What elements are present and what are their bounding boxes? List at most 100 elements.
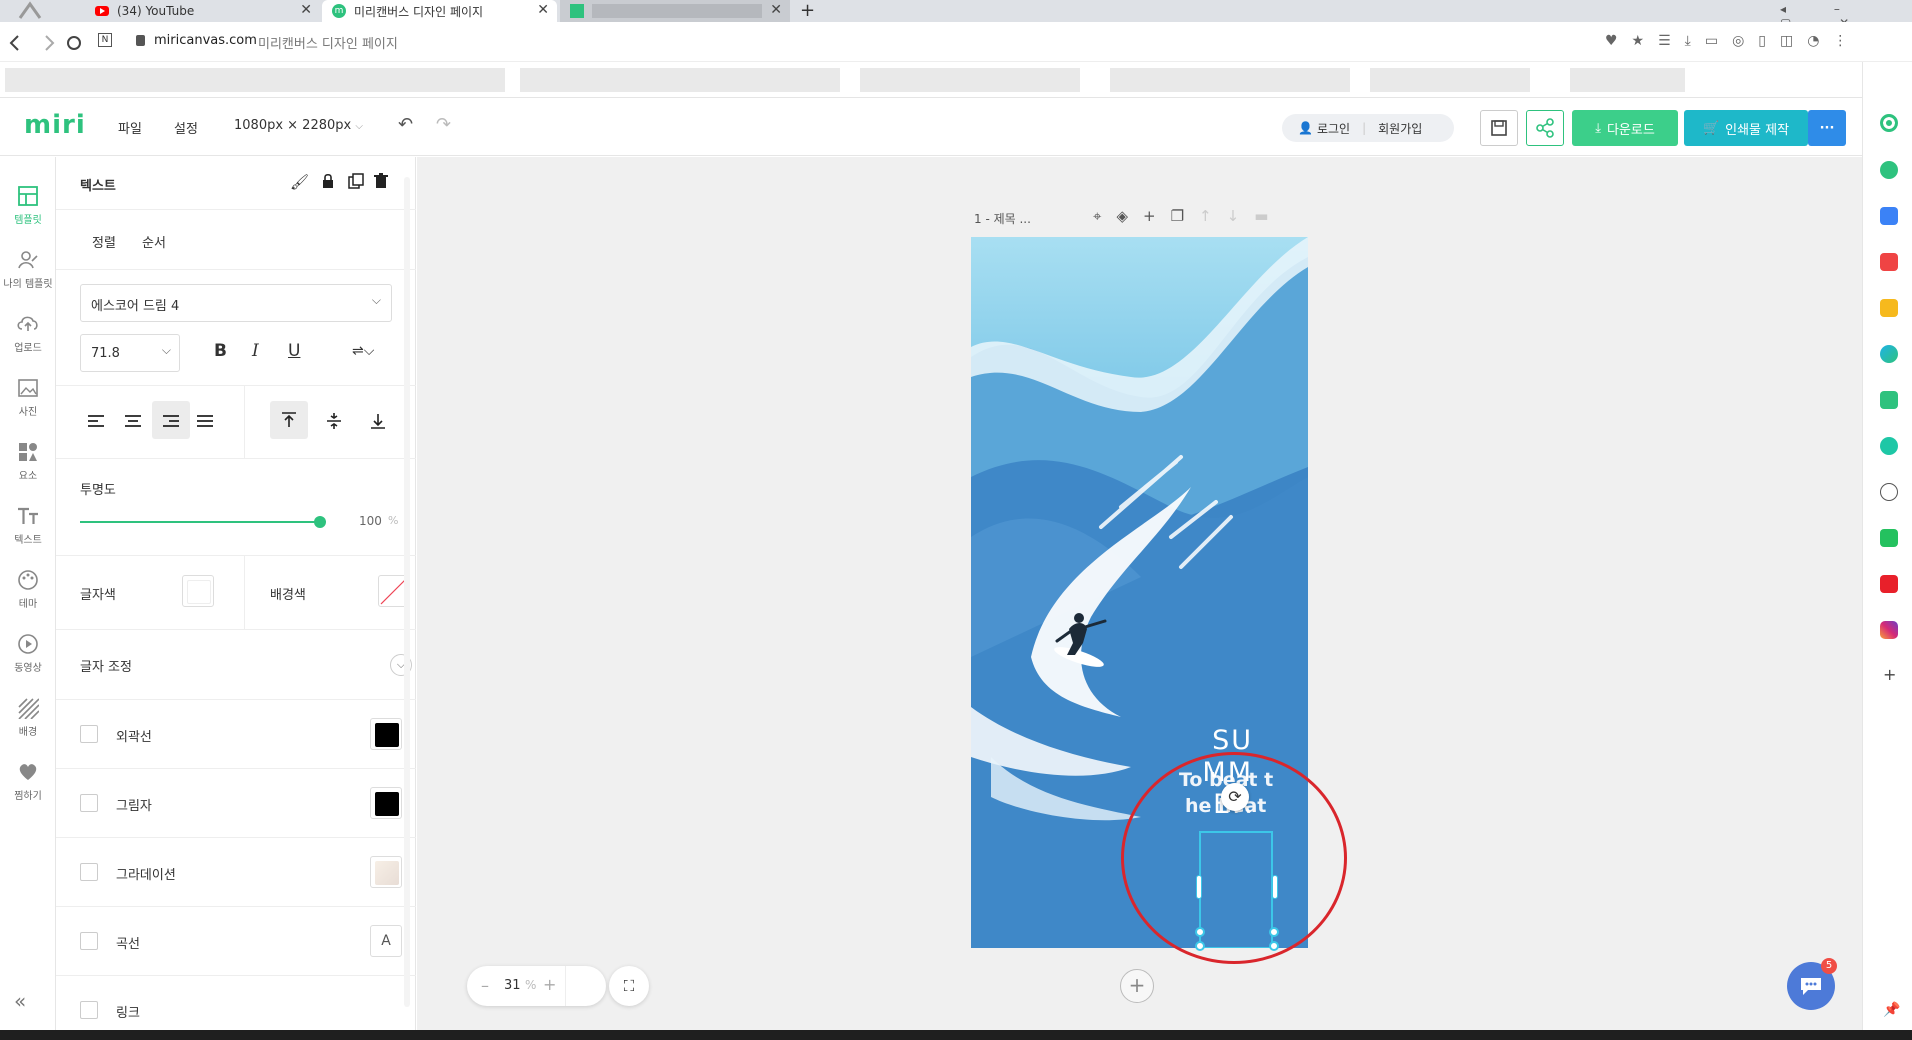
app-green-icon[interactable] — [1880, 391, 1898, 409]
add-page-button[interactable]: + — [1120, 969, 1154, 1003]
align-center-icon[interactable] — [124, 414, 142, 430]
tab-align[interactable]: 정렬 — [92, 232, 116, 251]
font-family-dropdown[interactable]: 에스코어 드림 4 ⌵ — [80, 284, 392, 322]
green-circle-icon[interactable] — [1880, 114, 1898, 132]
tab-youtube[interactable]: (34) YouTube ✕ — [85, 0, 320, 22]
tab-order[interactable]: 순서 — [142, 232, 166, 251]
pocket-icon[interactable] — [1880, 253, 1898, 271]
valign-top-button[interactable] — [270, 401, 308, 439]
print-button[interactable]: 🛒 인쇄물 제작 — [1684, 110, 1808, 146]
bookmark-item[interactable] — [1370, 68, 1530, 92]
bookmark-item[interactable] — [1110, 68, 1350, 92]
move-up-icon[interactable]: ↑ — [1199, 207, 1227, 225]
menu-settings[interactable]: 설정 — [174, 118, 198, 137]
lock-element-icon[interactable] — [322, 173, 334, 188]
outline-checkbox[interactable] — [80, 725, 98, 743]
tab-close-icon[interactable]: ✕ — [770, 2, 782, 18]
move-down-icon[interactable]: ↓ — [1227, 207, 1255, 225]
delete-page-icon[interactable]: ▬ — [1254, 207, 1283, 225]
panel-scrollbar[interactable] — [404, 177, 410, 1007]
bookmark-item[interactable] — [5, 68, 505, 92]
add-sidebar-app-icon[interactable]: + — [1883, 665, 1896, 684]
character-icon[interactable] — [1880, 483, 1898, 501]
tab-miricanvas[interactable]: m 미리캔버스 디자인 페이지 ✕ — [322, 0, 557, 22]
align-right-button[interactable] — [152, 401, 190, 439]
collapse-panel-icon[interactable]: « — [14, 989, 26, 1013]
sidebar-item-elements[interactable]: 요소 — [0, 441, 56, 501]
browser-toolbar-icons[interactable]: ♥★☰⤓▭◎▯◫◔⋮ — [1605, 33, 1861, 49]
new-tab-icon[interactable]: + — [800, 0, 815, 21]
opacity-value[interactable]: 100 — [359, 514, 382, 528]
fullscreen-icon[interactable]: ⛶ — [609, 966, 649, 1006]
sidebar-item-favorites[interactable]: 찜하기 — [0, 761, 56, 821]
tab-close-icon[interactable]: ✕ — [300, 2, 312, 18]
talk-icon[interactable] — [1880, 161, 1898, 179]
more-text-style-icon[interactable]: ⇌⌵ — [352, 343, 374, 359]
delete-icon[interactable] — [374, 173, 388, 189]
copy-page-icon[interactable]: ❐ — [1171, 207, 1199, 225]
login-link[interactable]: 로그인 — [1317, 120, 1350, 137]
align-justify-icon[interactable] — [196, 414, 214, 430]
redo-icon[interactable]: ↷ — [436, 114, 451, 135]
valign-middle-icon[interactable] — [326, 412, 342, 430]
text-color-swatch[interactable] — [182, 575, 214, 607]
save-button[interactable] — [1480, 110, 1518, 146]
share-button[interactable] — [1526, 110, 1564, 146]
format-painter-icon[interactable]: 🖌 — [290, 173, 309, 191]
pin-icon[interactable]: 📌 — [1883, 1002, 1900, 1018]
menu-file[interactable]: 파일 — [118, 118, 142, 137]
download-button[interactable]: ⤓ 다운로드 — [1572, 110, 1678, 146]
outline-color-swatch[interactable] — [370, 718, 402, 750]
more-button[interactable]: ··· — [1808, 110, 1846, 146]
sidebar-item-background[interactable]: 배경 — [0, 697, 56, 757]
link-checkbox[interactable] — [80, 1001, 98, 1019]
opacity-slider-thumb[interactable] — [314, 516, 326, 528]
opacity-slider-track[interactable] — [80, 516, 326, 528]
miri-logo[interactable]: miri — [24, 110, 86, 140]
italic-button[interactable]: I — [252, 341, 259, 361]
paint-bucket-icon[interactable]: ◈ — [1116, 207, 1143, 225]
duplicate-icon[interactable] — [348, 173, 364, 189]
nav-buttons[interactable] — [8, 34, 94, 52]
sidebar-item-theme[interactable]: 테마 — [0, 569, 56, 629]
canvas-size-dropdown[interactable]: 1080px × 2280px ⌵ — [234, 118, 363, 133]
add-page-icon[interactable]: + — [1143, 207, 1171, 225]
gradient-color-swatch[interactable] — [370, 856, 402, 888]
gradient-checkbox[interactable] — [80, 863, 98, 881]
reader-mode-icon[interactable]: N — [98, 33, 112, 47]
bookmark-item[interactable] — [520, 68, 840, 92]
bookmark-item[interactable] — [1570, 68, 1685, 92]
tab-close-icon[interactable]: ✕ — [537, 2, 549, 18]
font-size-dropdown[interactable]: 71.8 ⌵ — [80, 334, 180, 372]
page-title[interactable]: 1 - 제목 ... — [974, 210, 1031, 227]
valign-bottom-icon[interactable] — [370, 412, 386, 430]
lasso-icon[interactable]: ⌖ — [1093, 207, 1116, 225]
zoom-in-icon[interactable]: + — [543, 975, 556, 994]
canvas-workspace[interactable]: 1 - 제목 ... ⌖◈+❐↑↓▬ SU MM To beat t he ⟳ … — [417, 157, 1862, 1030]
underline-button[interactable]: U — [288, 341, 300, 361]
sidebar-item-my-template[interactable]: 나의 템플릿 — [0, 249, 56, 309]
url-domain[interactable]: miricanvas.com — [154, 33, 257, 48]
chat-button[interactable]: 5 — [1787, 958, 1837, 1010]
zoom-value[interactable]: 31 — [504, 978, 521, 993]
shadow-color-swatch[interactable] — [370, 787, 402, 819]
sidebar-item-text[interactable]: 텍스트 — [0, 505, 56, 565]
edge-icon[interactable] — [1880, 345, 1898, 363]
star-app-icon[interactable] — [1880, 299, 1898, 317]
sidebar-item-upload[interactable]: 업로드 — [0, 313, 56, 373]
calendar-icon[interactable] — [1880, 207, 1898, 225]
now-icon[interactable] — [1880, 575, 1898, 593]
align-left-icon[interactable] — [88, 414, 106, 430]
undo-icon[interactable]: ↶ — [398, 114, 413, 135]
tab-blurred[interactable]: ✕ — [560, 0, 790, 22]
zoom-out-icon[interactable]: – — [481, 976, 489, 995]
sidebar-item-template[interactable]: 템플릿 — [0, 185, 56, 245]
curve-checkbox[interactable] — [80, 932, 98, 950]
play-app-icon[interactable] — [1880, 437, 1898, 455]
webtoon-icon[interactable] — [1880, 529, 1898, 547]
signup-link[interactable]: 회원가입 — [1378, 120, 1422, 137]
bold-button[interactable]: B — [214, 341, 227, 361]
sidebar-item-photo[interactable]: 사진 — [0, 377, 56, 437]
bookmark-item[interactable] — [860, 68, 1080, 92]
instagram-icon[interactable] — [1880, 621, 1898, 639]
